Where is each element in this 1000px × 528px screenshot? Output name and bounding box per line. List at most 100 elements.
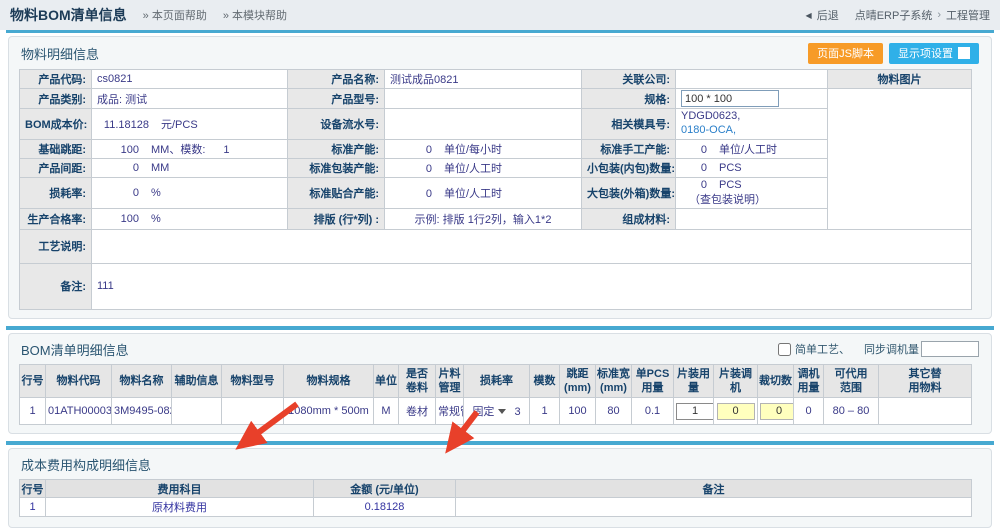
sync-tuning-input[interactable] <box>921 341 979 357</box>
packaging-note-link[interactable]: （查包装说明） <box>689 194 766 206</box>
std-laminate-capacity-unit: 单位/人工时 <box>444 188 502 200</box>
spec-input[interactable] <box>681 90 779 107</box>
field-label: 标准产能: <box>288 139 385 158</box>
std-capacity-unit: 单位/每小时 <box>444 144 502 156</box>
bom-is-roll: 卷材 <box>399 398 436 425</box>
bom-col-header: 可代用 范围 <box>824 364 879 398</box>
display-settings-label: 显示项设置 <box>898 45 953 61</box>
back-icon: ◀ <box>806 11 812 20</box>
field-label: 组成材料: <box>582 208 676 229</box>
modulus-value: 1 <box>223 144 229 156</box>
bom-col-header: 调机 用量 <box>794 364 824 398</box>
field-label: 排版 (行*列) : <box>288 208 385 229</box>
material-image-area <box>828 89 972 230</box>
bom-col-header: 物料型号 <box>222 364 284 398</box>
field-label: 设备流水号: <box>288 109 385 140</box>
table-row: 1 01ATH00003 3M9495-082 1080mm * 500m M … <box>20 398 972 425</box>
layout-hint: 示例: 排版 1行2列，输入1*2 <box>385 208 582 229</box>
bom-col-header: 单PCS 用量 <box>632 364 674 398</box>
table-row: 1 原材料费用 0.18128 <box>20 498 972 517</box>
loss-type-select[interactable]: 固定 <box>472 403 506 419</box>
base-pitch-value: 100 <box>97 144 139 156</box>
bom-list-panel: BOM清单明细信息 简单工艺、 同步调机量 行号 物料代码 物料名称 辅助信息 … <box>8 333 992 435</box>
page-help-link[interactable]: » 本页面帮助 <box>143 7 207 23</box>
display-settings-button[interactable]: 显示项设置 <box>889 43 979 64</box>
cost-amount: 0.18128 <box>314 498 456 517</box>
field-label: 产品型号: <box>288 89 385 109</box>
cost-table: 行号 费用科目 金额 (元/单位) 备注 1 原材料费用 0.18128 <box>19 479 972 517</box>
loss-rate-value: 0 <box>97 187 139 199</box>
field-label: 规格: <box>582 89 676 109</box>
material-detail-table: 产品代码: cs0821 产品名称: 测试成品0821 关联公司: 物料图片 产… <box>19 69 972 310</box>
cost-col-header: 备注 <box>456 480 972 498</box>
field-label: 标准手工产能: <box>582 139 676 158</box>
bom-col-header: 模数 <box>530 364 560 398</box>
material-detail-panel: 物料明细信息 页面JS脚本 显示项设置 产品代码: cs0821 产品名称: 测… <box>8 36 992 319</box>
base-pitch-unit: MM <box>151 144 169 156</box>
bom-list-title: BOM清单明细信息 <box>21 340 129 359</box>
remark-value: 111 <box>92 263 972 309</box>
product-gap-unit: MM <box>151 162 169 174</box>
module-help-link[interactable]: » 本模块帮助 <box>223 7 287 23</box>
sheet-tuning-input[interactable] <box>717 403 755 420</box>
composition-value <box>676 208 828 229</box>
cost-col-header: 行号 <box>20 480 46 498</box>
small-pack-qty-value: 0 <box>681 162 707 174</box>
bom-col-header: 片装调机 <box>714 364 758 398</box>
related-mold-link[interactable]: 0180-OCA, <box>681 124 736 136</box>
product-model-value <box>385 89 582 109</box>
field-label: 备注: <box>20 263 92 309</box>
product-gap-value: 0 <box>97 162 139 174</box>
cut-count-input[interactable] <box>760 403 794 420</box>
bom-table: 行号 物料代码 物料名称 辅助信息 物料型号 物料规格 单位 是否 卷料 片料 … <box>19 364 972 426</box>
bom-col-header: 物料代码 <box>46 364 112 398</box>
cost-detail-title: 成本费用构成明细信息 <box>21 455 151 474</box>
product-code-value: cs0821 <box>92 70 288 89</box>
field-label: 小包装(内包)数量: <box>582 158 676 177</box>
field-label: 产品名称: <box>288 70 385 89</box>
std-pack-capacity-unit: 单位/人工时 <box>444 163 502 175</box>
field-label: 基础跳距: <box>20 139 92 158</box>
section-divider <box>6 30 994 33</box>
large-pack-qty-value: 0 <box>681 179 707 191</box>
bom-cost-value: 11.18128 <box>97 119 149 131</box>
bom-col-header: 物料名称 <box>112 364 172 398</box>
field-label: 产品代码: <box>20 70 92 89</box>
bom-sheet-mgmt: 常规管 <box>436 398 464 425</box>
bom-material-code: 01ATH00003 <box>46 398 112 425</box>
field-label: 工艺说明: <box>20 229 92 263</box>
bom-col-header: 标准宽 (mm) <box>596 364 632 398</box>
display-settings-toggle[interactable] <box>958 47 970 59</box>
bom-line-no: 1 <box>20 398 46 425</box>
std-pack-capacity-value: 0 <box>390 163 432 175</box>
material-detail-title: 物料明细信息 <box>21 44 99 63</box>
pass-rate-value: 100 <box>97 213 139 225</box>
bom-pitch: 100 <box>560 398 596 425</box>
std-manual-capacity-unit: 单位/人工时 <box>719 144 777 156</box>
bom-material-model <box>222 398 284 425</box>
pass-rate-unit: % <box>151 213 161 225</box>
page-title: 物料BOM清单信息 <box>10 5 127 25</box>
product-category-value: 成品: 测试 <box>92 89 288 109</box>
breadcrumb-module[interactable]: 工程管理 <box>946 7 990 23</box>
cost-line-no: 1 <box>20 498 46 517</box>
sheet-usage-input[interactable] <box>676 403 714 420</box>
breadcrumb: ◀ 后退 点晴ERP子系统 › 工程管理 <box>806 7 990 23</box>
bom-material-name: 3M9495-082 <box>112 398 172 425</box>
cost-col-header: 金额 (元/单位) <box>314 480 456 498</box>
bom-col-header: 其它替 用物料 <box>879 364 972 398</box>
breadcrumb-system[interactable]: 点晴ERP子系统 <box>855 7 933 23</box>
bom-cost-unit: 元/PCS <box>161 119 198 131</box>
chevron-down-icon <box>498 409 506 414</box>
back-link[interactable]: 后退 <box>817 7 839 23</box>
bom-other-materials <box>879 398 972 425</box>
loss-rate-unit: % <box>151 187 161 199</box>
field-label: 产品间距: <box>20 158 92 177</box>
page-js-script-button[interactable]: 页面JS脚本 <box>808 43 883 64</box>
simple-process-checkbox[interactable] <box>778 343 791 356</box>
bom-material-spec: 1080mm * 500m <box>284 398 374 425</box>
top-header-bar: 物料BOM清单信息 » 本页面帮助 » 本模块帮助 ◀ 后退 点晴ERP子系统 … <box>0 0 1000 30</box>
field-label: 关联公司: <box>582 70 676 89</box>
product-name-value: 测试成品0821 <box>385 70 582 89</box>
bom-std-width: 80 <box>596 398 632 425</box>
